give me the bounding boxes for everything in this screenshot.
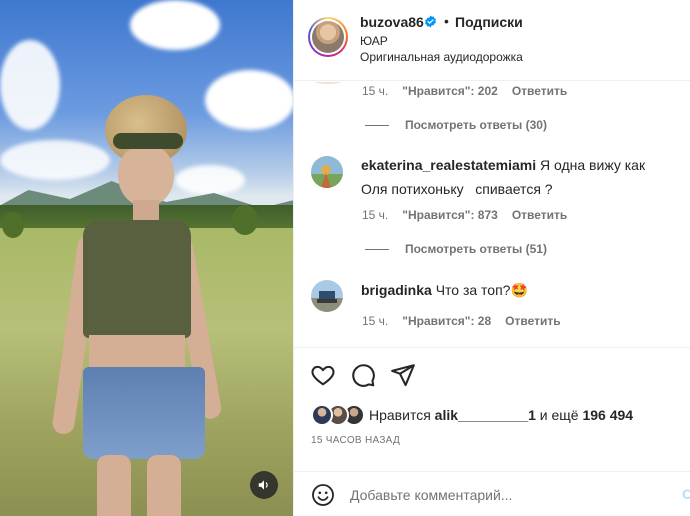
post-actions: Нравится alik_________1 и ещё 196 494 15… (294, 347, 690, 516)
cloud (0, 40, 60, 130)
comment-username[interactable]: brigadinka (361, 282, 432, 298)
comment-reply-button[interactable]: Ответить (512, 208, 567, 222)
liker-username[interactable]: alik_________1 (435, 407, 536, 423)
tree (232, 205, 258, 235)
comment-time[interactable]: 15 ч. (362, 208, 388, 222)
comment-reply-button[interactable]: Ответить (512, 84, 567, 98)
verified-badge-icon (425, 15, 436, 28)
cloud (130, 0, 220, 50)
comment-avatar-partial (312, 82, 344, 84)
post-timestamp[interactable]: 15 ЧАСОВ НАЗАД (311, 435, 400, 446)
avatar (311, 404, 333, 426)
comment-text-line: Оля потихоньку спивается ? (361, 181, 553, 197)
add-comment-bar: О (294, 471, 690, 516)
post-comment-button[interactable]: О (682, 486, 690, 502)
separator-dot: • (444, 13, 449, 29)
comment-body: ekaterina_realestatemiami Я одна вижу ка… (361, 153, 645, 177)
view-replies-label: Посмотреть ответы (51) (405, 242, 547, 256)
comment-time[interactable]: 15 ч. (362, 314, 388, 328)
divider-line (365, 248, 389, 250)
likes-prefix: Нравится (369, 407, 431, 423)
tree (2, 212, 24, 238)
comment-text: Что за топ?🤩 (435, 282, 528, 298)
heart-icon[interactable] (310, 362, 336, 388)
view-replies-button[interactable]: Посмотреть ответы (30) (365, 118, 547, 132)
comments-list: 15 ч. "Нравится": 202 Ответить Посмотрет… (294, 82, 690, 347)
send-icon[interactable] (390, 362, 416, 388)
comment-likes[interactable]: "Нравится": 28 (402, 314, 491, 328)
following-button[interactable]: Подписки (455, 14, 523, 30)
comment-likes[interactable]: "Нравится": 202 (402, 84, 498, 98)
post-username[interactable]: buzova86 (360, 14, 424, 30)
comment-likes[interactable]: "Нравится": 873 (402, 208, 498, 222)
comment-username[interactable]: ekaterina_realestatemiami (361, 157, 536, 173)
comment-reply-button[interactable]: Ответить (505, 314, 560, 328)
comment-meta: 15 ч. "Нравится": 202 Ответить (362, 84, 567, 98)
cloud (205, 70, 293, 130)
likes-count[interactable]: 196 494 (582, 407, 633, 423)
view-replies-button[interactable]: Посмотреть ответы (51) (365, 242, 547, 256)
comment-icon[interactable] (350, 362, 376, 388)
leg (147, 455, 181, 516)
comment-avatar[interactable] (311, 280, 343, 312)
post-location[interactable]: ЮАР (360, 34, 388, 48)
comment-avatar[interactable] (311, 156, 343, 188)
denim-skirt (83, 367, 205, 459)
likes-summary: Нравится alik_________1 и ещё 196 494 (369, 407, 633, 423)
crop-top (83, 220, 191, 338)
sound-toggle-button[interactable] (250, 471, 278, 499)
speaker-icon (258, 480, 268, 490)
likes-middle: и ещё (539, 407, 579, 423)
comment-meta: 15 ч. "Нравится": 873 Ответить (362, 208, 567, 222)
comment-meta: 15 ч. "Нравится": 28 Ответить (362, 314, 561, 328)
comment-text: Я одна вижу как (540, 157, 646, 173)
person (51, 95, 223, 516)
avatar[interactable] (308, 17, 348, 57)
post-header: buzova86 • Подписки ЮАР Оригинальная ауд… (294, 0, 690, 81)
emoji-icon[interactable] (311, 483, 335, 507)
view-replies-label: Посмотреть ответы (30) (405, 118, 547, 132)
reel-video[interactable] (0, 0, 293, 516)
post-side-panel: buzova86 • Подписки ЮАР Оригинальная ауд… (293, 0, 690, 516)
comment-input[interactable] (350, 484, 670, 506)
comment-time[interactable]: 15 ч. (362, 84, 388, 98)
divider-line (365, 124, 389, 126)
bandana (113, 133, 183, 149)
leg (97, 455, 131, 516)
face (118, 145, 174, 207)
comment-body: brigadinka Что за топ?🤩 (361, 278, 528, 302)
audio-track-link[interactable]: Оригинальная аудиодорожка (360, 50, 523, 64)
